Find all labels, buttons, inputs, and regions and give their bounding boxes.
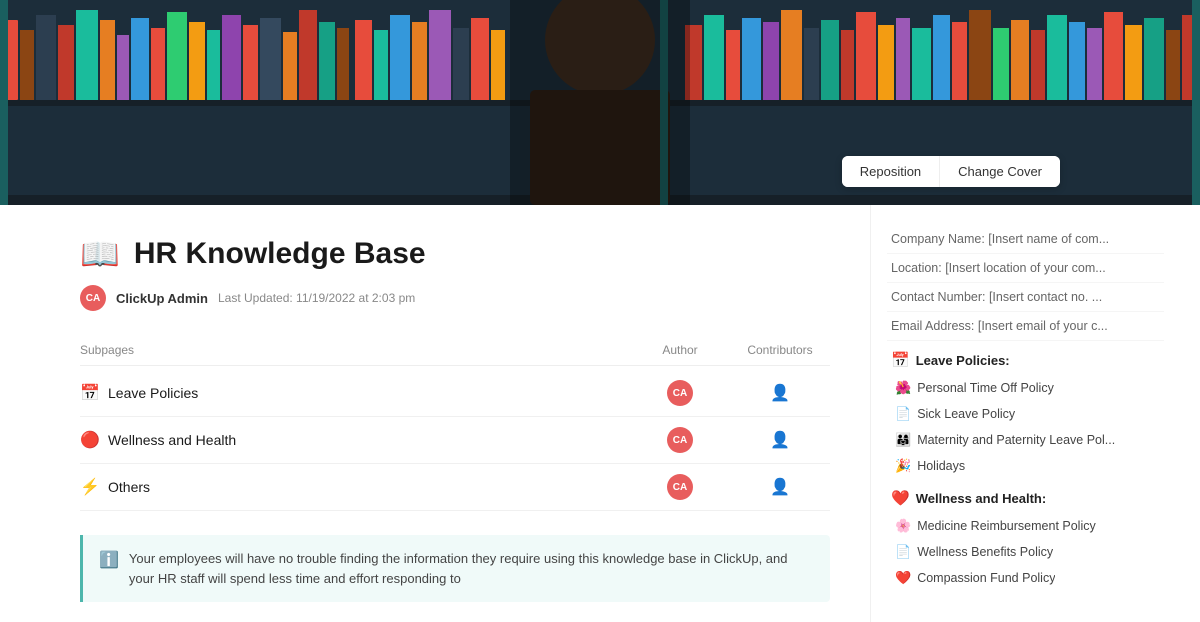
sidebar-link-pto[interactable]: 🌺 Personal Time Off Policy	[887, 375, 1164, 401]
subpage-icon-leave: 📅	[80, 383, 108, 403]
sidebar-link-medicine-icon: 🌸	[895, 518, 911, 534]
sidebar-link-maternity-icon: 👨‍👩‍👧	[895, 432, 911, 448]
change-cover-button[interactable]: Change Cover	[940, 156, 1060, 187]
sidebar-field-email: Email Address: [Insert email of your c..…	[887, 312, 1164, 341]
subpage-contrib-wellness: 👤	[730, 430, 830, 450]
sidebar-link-maternity-text: Maternity and Paternity Leave Pol...	[917, 433, 1115, 447]
content-area: 📖 HR Knowledge Base CA ClickUp Admin Las…	[0, 205, 870, 622]
page-title: HR Knowledge Base	[134, 237, 426, 271]
contrib-icon-leave: 👤	[770, 383, 790, 403]
sidebar-link-sick[interactable]: 📄 Sick Leave Policy	[887, 401, 1164, 427]
sidebar-link-pto-text: Personal Time Off Policy	[917, 381, 1054, 395]
info-icon: ℹ️	[99, 550, 119, 588]
author-row: CA ClickUp Admin Last Updated: 11/19/202…	[80, 285, 830, 311]
hero-cover: Reposition Change Cover	[0, 0, 1200, 205]
subpages-header: Subpages Author Contributors	[80, 339, 830, 366]
subpage-contrib-others: 👤	[730, 477, 830, 497]
subpage-author-others: CA	[630, 474, 730, 500]
subpages-section: Subpages Author Contributors 📅 Leave Pol…	[80, 339, 830, 511]
subpage-name-others: Others	[108, 479, 630, 495]
hero-controls: Reposition Change Cover	[842, 156, 1060, 187]
subpage-name-wellness: Wellness and Health	[108, 432, 630, 448]
col-subpages-label: Subpages	[80, 343, 630, 357]
subpage-row-leave-policies[interactable]: 📅 Leave Policies CA 👤	[80, 370, 830, 417]
sidebar-field-location: Location: [Insert location of your com..…	[887, 254, 1164, 283]
sidebar-link-compassion[interactable]: ❤️ Compassion Fund Policy	[887, 565, 1164, 591]
sidebar-link-holidays-text: Holidays	[917, 459, 965, 473]
sidebar-field-company: Company Name: [Insert name of com...	[887, 225, 1164, 254]
sidebar-link-wellness-benefits-icon: 📄	[895, 544, 911, 560]
sidebar: Company Name: [Insert name of com... Loc…	[870, 205, 1180, 622]
last-updated: Last Updated: 11/19/2022 at 2:03 pm	[218, 291, 415, 305]
author-avatar: CA	[80, 285, 106, 311]
sidebar-section-wellness-title: Wellness and Health:	[916, 491, 1047, 506]
sidebar-link-wellness-benefits[interactable]: 📄 Wellness Benefits Policy	[887, 539, 1164, 565]
sidebar-link-maternity[interactable]: 👨‍👩‍👧 Maternity and Paternity Leave Pol.…	[887, 427, 1164, 453]
sidebar-link-sick-icon: 📄	[895, 406, 911, 422]
subpage-author-leave: CA	[630, 380, 730, 406]
sidebar-section-wellness: ❤️ Wellness and Health:	[887, 479, 1164, 513]
sidebar-link-pto-icon: 🌺	[895, 380, 911, 396]
sidebar-link-sick-text: Sick Leave Policy	[917, 407, 1015, 421]
info-box: ℹ️ Your employees will have no trouble f…	[80, 535, 830, 602]
avatar-others: CA	[667, 474, 693, 500]
subpage-row-others[interactable]: ⚡ Others CA 👤	[80, 464, 830, 511]
col-author-label: Author	[630, 343, 730, 357]
sidebar-section-leave-title: Leave Policies:	[916, 353, 1010, 368]
sidebar-link-compassion-icon: ❤️	[895, 570, 911, 586]
subpage-contrib-leave: 👤	[730, 383, 830, 403]
author-name: ClickUp Admin	[116, 291, 208, 306]
subpage-icon-others: ⚡	[80, 477, 108, 497]
page-title-row: 📖 HR Knowledge Base	[80, 235, 830, 273]
page-title-icon: 📖	[80, 235, 120, 273]
subpage-name-leave: Leave Policies	[108, 385, 630, 401]
sidebar-field-contact: Contact Number: [Insert contact no. ...	[887, 283, 1164, 312]
col-contributors-label: Contributors	[730, 343, 830, 357]
sidebar-link-holidays-icon: 🎉	[895, 458, 911, 474]
sidebar-section-leave-icon: 📅	[891, 351, 910, 369]
reposition-button[interactable]: Reposition	[842, 156, 940, 187]
subpage-row-wellness[interactable]: 🔴 Wellness and Health CA 👤	[80, 417, 830, 464]
sidebar-link-compassion-text: Compassion Fund Policy	[917, 571, 1055, 585]
subpage-icon-wellness: 🔴	[80, 430, 108, 450]
sidebar-section-wellness-icon: ❤️	[891, 489, 910, 507]
contrib-icon-others: 👤	[770, 477, 790, 497]
subpage-author-wellness: CA	[630, 427, 730, 453]
sidebar-section-leave: 📅 Leave Policies:	[887, 341, 1164, 375]
sidebar-link-medicine-text: Medicine Reimbursement Policy	[917, 519, 1096, 533]
avatar-wellness: CA	[667, 427, 693, 453]
info-text: Your employees will have no trouble find…	[129, 549, 814, 588]
avatar-leave: CA	[667, 380, 693, 406]
contrib-icon-wellness: 👤	[770, 430, 790, 450]
sidebar-link-holidays[interactable]: 🎉 Holidays	[887, 453, 1164, 479]
sidebar-link-wellness-benefits-text: Wellness Benefits Policy	[917, 545, 1053, 559]
sidebar-link-medicine[interactable]: 🌸 Medicine Reimbursement Policy	[887, 513, 1164, 539]
